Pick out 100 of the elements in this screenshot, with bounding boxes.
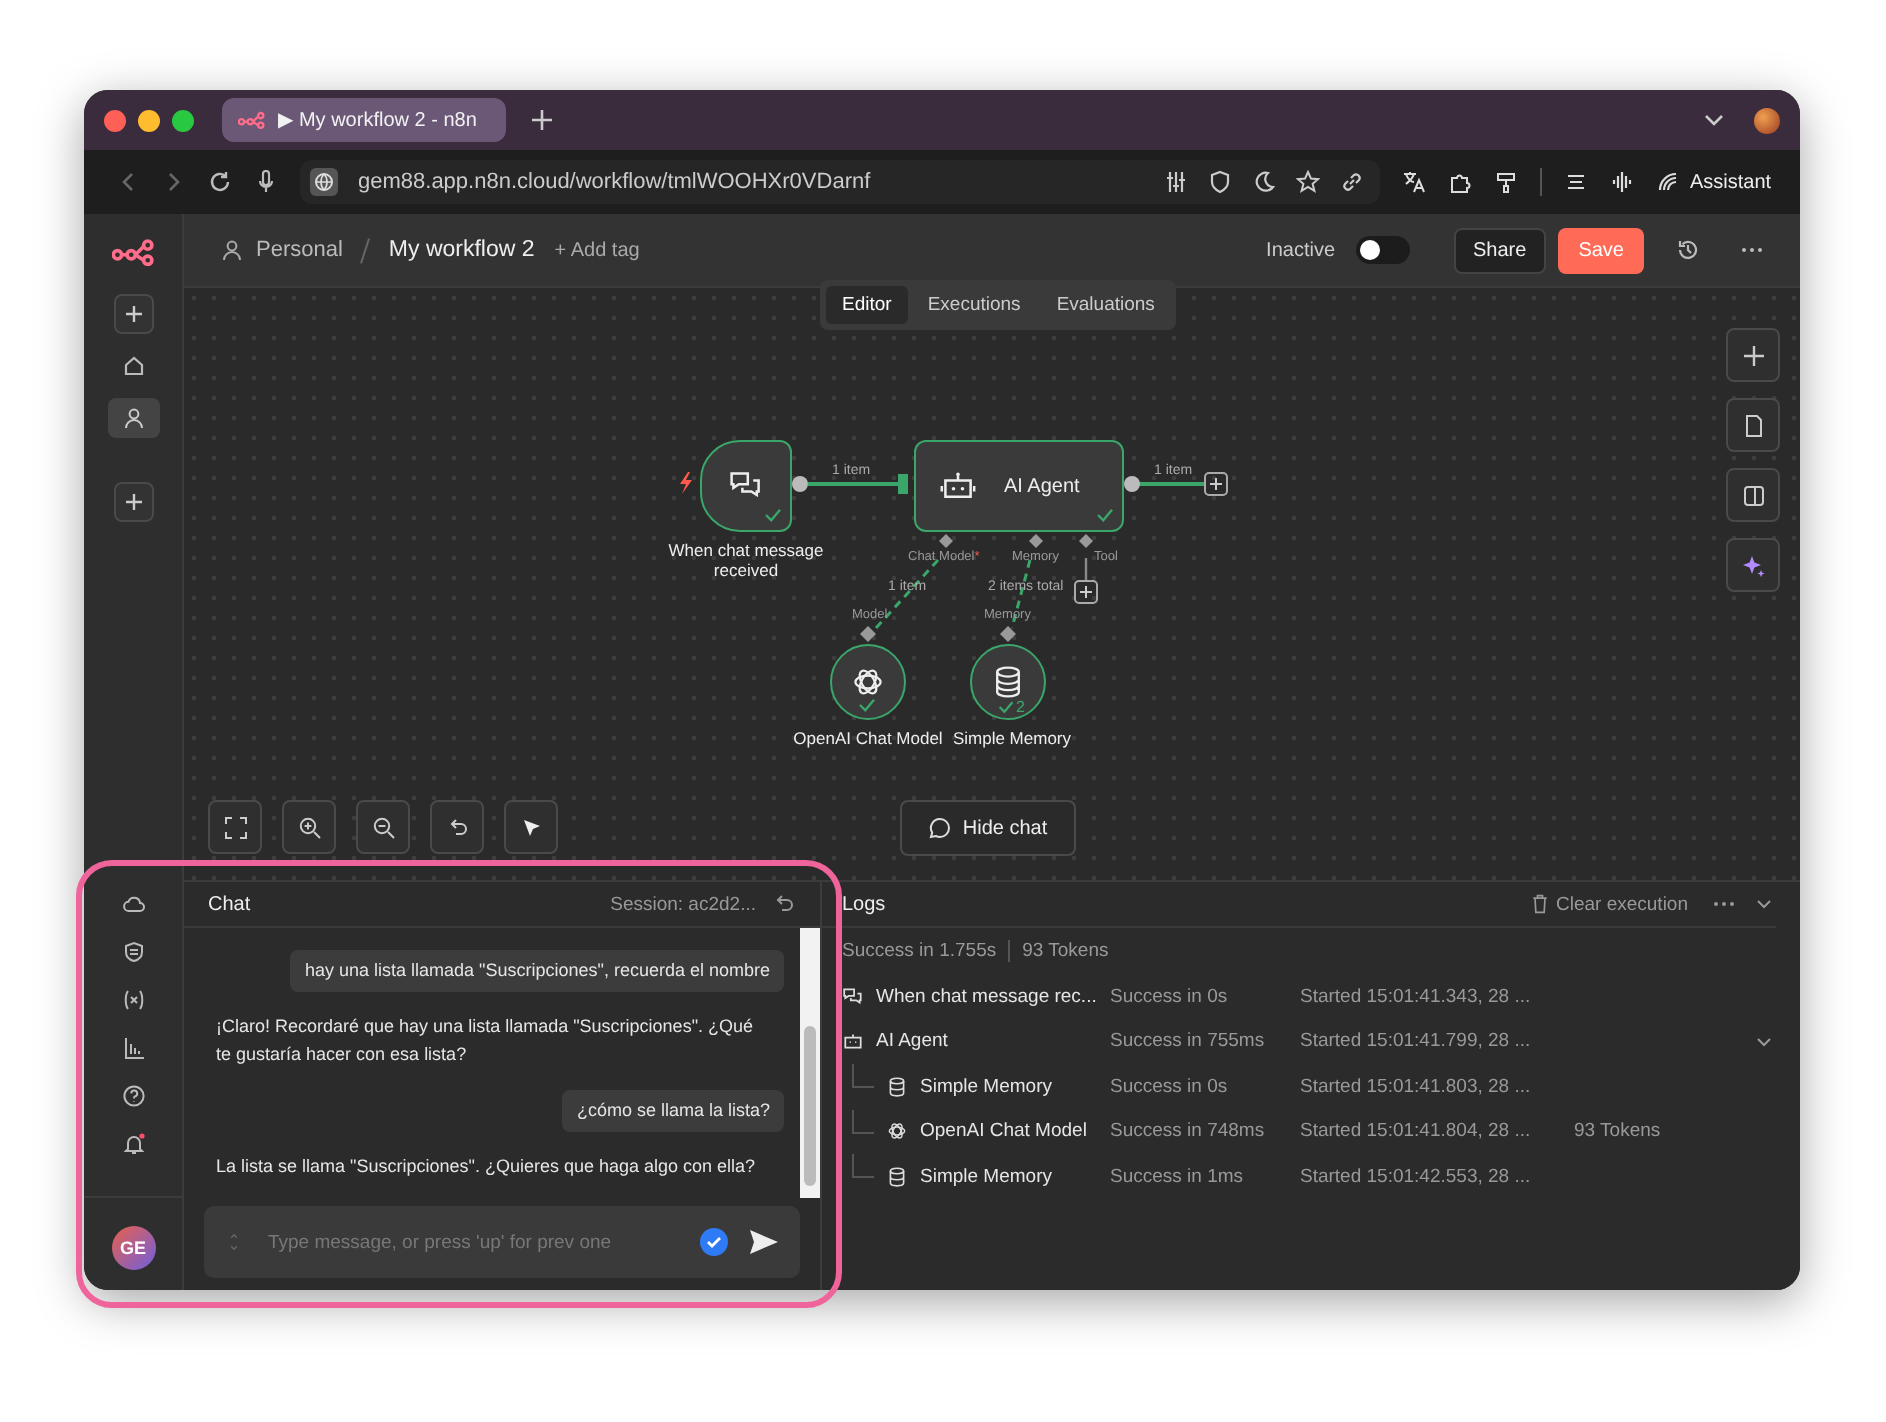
templates-icon[interactable] <box>121 940 145 964</box>
profile-avatar-icon[interactable] <box>1754 107 1780 133</box>
add-node-button[interactable] <box>1726 328 1780 382</box>
bot-message: ¡Claro! Recordaré que hay una lista llamada "Suscripciones". ¿Qué te gustaría hacer con esa lista? <box>216 1013 756 1069</box>
start-time: Started 15:01:41.799, 28 ... <box>1300 1030 1533 1053</box>
add-tag-link[interactable]: + Add tag <box>554 239 640 261</box>
view-tab[interactable]: Executions <box>911 286 1037 324</box>
cloud-icon[interactable] <box>121 892 145 916</box>
reload-icon[interactable] <box>208 170 232 194</box>
log-row[interactable]: Simple Memory Success in 0s Started 15:01:41.803, 28 ... <box>822 1064 1776 1109</box>
connection-line <box>1084 558 1088 580</box>
personal-nav-item[interactable] <box>107 398 159 438</box>
lightning-icon <box>680 472 692 494</box>
variables-icon[interactable] <box>121 988 145 1012</box>
hide-chat-button[interactable]: Hide chat <box>900 800 1076 856</box>
log-row[interactable]: Simple Memory Success in 1ms Started 15:01:42.553, 28 ... <box>822 1154 1776 1199</box>
check-icon <box>858 698 876 712</box>
send-icon[interactable] <box>748 1228 780 1256</box>
waveform-icon[interactable] <box>1610 170 1634 194</box>
home-icon[interactable] <box>121 354 145 378</box>
assistant-icon <box>1656 170 1680 194</box>
checkmark-badge-icon <box>700 1228 728 1256</box>
start-time: Started 15:01:41.804, 28 ... <box>1300 1120 1533 1143</box>
add-button[interactable] <box>113 294 153 334</box>
add-project-button[interactable] <box>113 482 153 522</box>
link-icon[interactable] <box>1340 170 1364 194</box>
puzzle-icon[interactable] <box>1448 170 1472 194</box>
node-title: AI Agent <box>1004 475 1080 497</box>
robot-icon <box>940 468 976 504</box>
connection-line <box>808 474 908 494</box>
shield-icon[interactable] <box>1208 170 1232 194</box>
port-handle[interactable] <box>792 476 808 492</box>
user-avatar[interactable]: GE <box>111 1226 155 1270</box>
run-summary: Success in 1.755s <box>842 940 997 962</box>
session-id: Session: ac2d2... <box>610 893 756 915</box>
workflow-name[interactable]: My workflow 2 <box>388 238 535 262</box>
node-name: Simple Memory <box>920 1075 1052 1098</box>
ai-sparkle-button[interactable] <box>1726 538 1780 592</box>
microphone-icon[interactable] <box>254 170 278 194</box>
star-icon[interactable] <box>1296 170 1320 194</box>
undo-button[interactable] <box>430 800 484 854</box>
log-row[interactable]: When chat message rec... Success in 0s Started 15:01:41.343, 28 ... <box>822 974 1776 1019</box>
clear-execution-button[interactable]: Clear execution <box>1529 893 1688 915</box>
chat-trigger-node[interactable] <box>700 440 792 532</box>
zoom-window-button[interactable] <box>172 109 194 131</box>
run-status: Success in 755ms <box>1110 1030 1267 1053</box>
node-label: Simple Memory <box>952 728 1072 749</box>
new-tab-icon[interactable] <box>530 108 554 132</box>
memory-node[interactable]: 2 <box>970 644 1046 720</box>
robot-icon <box>842 1030 864 1053</box>
workflow-logo-icon[interactable] <box>111 238 155 266</box>
ai-agent-node[interactable]: AI Agent <box>914 440 1124 532</box>
zoom-out-button[interactable] <box>356 800 410 854</box>
bell-icon[interactable] <box>121 1132 145 1156</box>
breadcrumb-link[interactable]: Personal <box>256 238 343 262</box>
close-window-button[interactable] <box>104 109 126 131</box>
log-row[interactable]: OpenAI Chat Model Success in 748ms Started 15:01:41.804, 28 ... 93 Tokens <box>822 1109 1776 1154</box>
reset-icon[interactable] <box>772 892 796 916</box>
openai-knot-icon <box>850 664 886 700</box>
port-handle[interactable] <box>1124 476 1140 492</box>
bot-message: La lista se llama "Suscripciones". ¿Quieres que haga algo con ella? <box>216 1154 758 1181</box>
active-toggle[interactable] <box>1355 236 1410 264</box>
run-status: Success in 1ms <box>1110 1165 1246 1188</box>
sliders-icon[interactable] <box>1164 170 1188 194</box>
panel-toggle-button[interactable] <box>1726 468 1780 522</box>
log-row[interactable]: AI Agent Success in 755ms Started 15:01:41.799, 28 ... <box>822 1019 1776 1064</box>
tidy-up-button[interactable] <box>504 800 558 854</box>
brush-icon[interactable] <box>1494 170 1518 194</box>
message-composer[interactable]: Type message, or press 'up' for prev one <box>204 1206 800 1278</box>
openai-knot-icon <box>886 1120 908 1143</box>
chart-icon[interactable] <box>121 1036 145 1060</box>
history-icon[interactable] <box>1676 238 1700 262</box>
add-tool-button[interactable] <box>1074 580 1098 604</box>
sticky-note-button[interactable] <box>1726 398 1780 452</box>
add-node-button[interactable] <box>1204 472 1228 496</box>
sparkle-icon <box>1741 553 1765 577</box>
moon-icon[interactable] <box>1252 170 1276 194</box>
view-tab[interactable]: Editor <box>826 286 908 324</box>
database-icon <box>886 1075 908 1098</box>
share-button[interactable]: Share <box>1453 227 1547 273</box>
start-time: Started 15:01:42.553, 28 ... <box>1300 1165 1533 1188</box>
user-icon <box>220 238 244 262</box>
run-status: Success in 0s <box>1110 985 1230 1008</box>
connection-line <box>1134 482 1204 486</box>
zoom-out-icon <box>371 815 395 839</box>
minimize-window-button[interactable] <box>138 109 160 131</box>
openai-model-node[interactable] <box>830 644 906 720</box>
assistant-button[interactable]: Assistant <box>1656 170 1772 194</box>
browser-tab[interactable]: ▶ My workflow 2 - n8n <box>222 98 506 142</box>
list-icon[interactable] <box>1564 170 1588 194</box>
zoom-in-button[interactable] <box>282 800 336 854</box>
view-tab[interactable]: Evaluations <box>1040 286 1171 324</box>
start-time: Started 15:01:41.803, 28 ... <box>1300 1075 1533 1098</box>
fit-view-button[interactable] <box>208 800 262 854</box>
help-icon[interactable] <box>121 1084 145 1108</box>
message-input[interactable]: Type message, or press 'up' for prev one <box>264 1229 680 1255</box>
address-bar[interactable]: gem88.app.n8n.cloud/workflow/tmlWOOHXr0VDarnf <box>300 160 1380 204</box>
translate-icon[interactable] <box>1402 170 1426 194</box>
run-status: Success in 748ms <box>1110 1120 1267 1143</box>
trash-icon <box>1529 894 1550 914</box>
